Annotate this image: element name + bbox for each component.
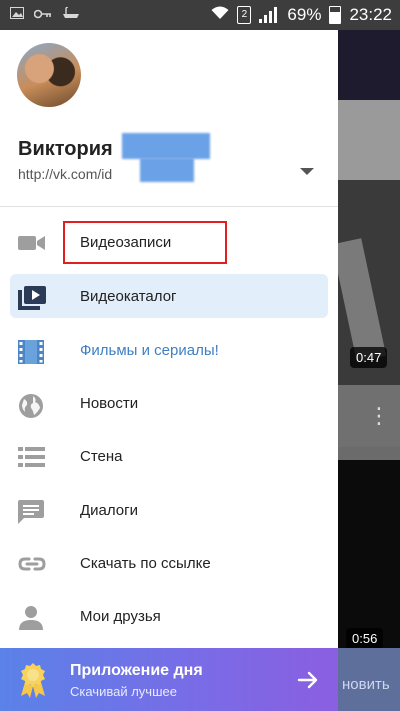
account-dropdown-icon[interactable] bbox=[300, 168, 314, 175]
chat-icon bbox=[18, 500, 46, 524]
gallery-icon bbox=[10, 7, 24, 21]
update-button-label[interactable]: новить bbox=[342, 676, 390, 693]
menu-item-wall[interactable]: Стена bbox=[0, 434, 338, 480]
menu-item-label: Стена bbox=[80, 448, 123, 465]
arrow-right-icon[interactable] bbox=[296, 668, 320, 692]
battery-icon bbox=[329, 6, 342, 24]
highlight-annotation bbox=[63, 221, 227, 264]
link-icon bbox=[18, 553, 46, 575]
sim-icon: 2 bbox=[237, 6, 252, 24]
menu-item-video-catalog[interactable]: Видеокаталог bbox=[10, 274, 328, 318]
menu-item-label: Диалоги bbox=[80, 502, 138, 519]
award-ribbon-icon bbox=[17, 662, 49, 698]
promo-subtitle: Скачивай лучшее bbox=[70, 684, 177, 699]
background-video-info: ⋮ bbox=[338, 385, 400, 447]
video-duration-badge: 0:47 bbox=[350, 347, 388, 368]
background-app: 0:47 ⋮ 0:56 новить bbox=[338, 0, 400, 711]
bath-icon bbox=[62, 6, 80, 21]
video-duration-badge: 0:56 bbox=[346, 628, 384, 649]
wifi-icon bbox=[211, 5, 229, 25]
promo-title: Приложение дня bbox=[70, 662, 203, 679]
divider bbox=[0, 206, 338, 207]
menu-item-movies[interactable]: Фильмы и сериалы! bbox=[0, 328, 338, 374]
background-video-thumb-2[interactable]: 0:56 bbox=[338, 460, 400, 650]
redacted-surname bbox=[122, 133, 210, 159]
signal-icon bbox=[259, 7, 279, 23]
redacted-url bbox=[140, 158, 194, 182]
menu-item-download-link[interactable]: Скачать по ссылке bbox=[0, 541, 338, 587]
key-icon bbox=[33, 7, 52, 21]
status-bar: 2 69% 23:22 bbox=[0, 0, 400, 30]
menu-item-label: Видеокаталог bbox=[80, 288, 177, 305]
menu-item-label: Фильмы и сериалы! bbox=[80, 342, 219, 359]
battery-percent: 69% bbox=[287, 5, 322, 24]
menu-item-news[interactable]: Новости bbox=[0, 381, 338, 427]
person-icon bbox=[18, 606, 46, 630]
more-options-icon[interactable]: ⋮ bbox=[368, 405, 390, 427]
menu-item-friends[interactable]: Мои друзья bbox=[0, 594, 338, 640]
profile-name[interactable]: Виктория bbox=[18, 138, 113, 161]
avatar[interactable] bbox=[17, 43, 81, 107]
navigation-drawer: Виктория http://vk.com/id Видеозаписи Ви… bbox=[0, 30, 338, 711]
list-icon bbox=[18, 446, 46, 468]
app-of-the-day-banner[interactable]: Приложение дня Скачивай лучшее bbox=[0, 648, 338, 711]
video-catalog-icon bbox=[18, 286, 46, 310]
film-strip-icon bbox=[18, 340, 46, 364]
menu-item-label: Новости bbox=[80, 395, 139, 412]
background-video-thumb-1[interactable]: 0:47 bbox=[338, 180, 400, 385]
background-bottom-bar: новить bbox=[338, 648, 400, 711]
background-header bbox=[338, 28, 400, 100]
thumb-figure bbox=[338, 238, 387, 362]
clock: 23:22 bbox=[349, 5, 392, 24]
background-panel bbox=[338, 100, 400, 180]
menu-item-dialogs[interactable]: Диалоги bbox=[0, 488, 338, 534]
profile-url[interactable]: http://vk.com/id bbox=[18, 166, 112, 182]
menu-item-label: Мои друзья bbox=[80, 608, 161, 625]
video-camera-icon bbox=[18, 232, 46, 254]
menu-item-label: Скачать по ссылке bbox=[80, 555, 211, 572]
globe-icon bbox=[18, 393, 46, 418]
